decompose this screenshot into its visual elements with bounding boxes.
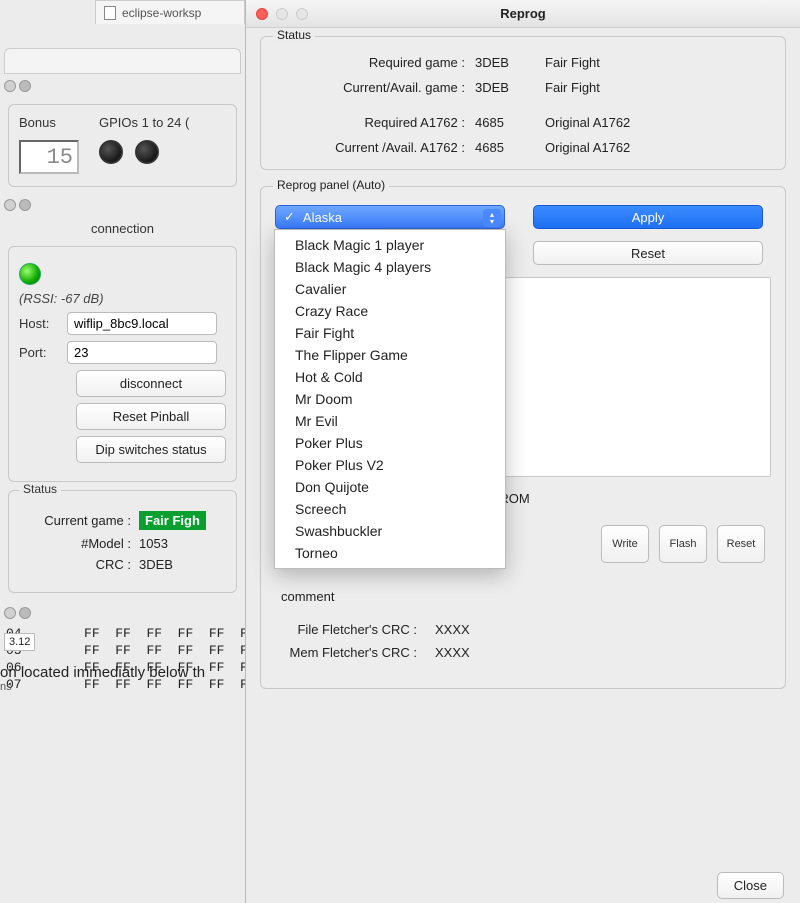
gpio-led-2 <box>135 140 159 164</box>
menu-item[interactable]: Mr Evil <box>275 410 505 432</box>
panel-controls-3 <box>0 601 245 625</box>
mem-crc-label: Mem Fletcher's CRC : <box>275 645 435 660</box>
current-game-name: Fair Fight <box>545 80 725 95</box>
required-game-name: Fair Fight <box>545 55 725 70</box>
current-a1762-label: Current /Avail. A1762 : <box>275 140 475 155</box>
close-button[interactable]: Close <box>717 872 784 899</box>
status-panel: Status Required game : 3DEB Fair Fight C… <box>260 36 786 170</box>
gpio-label: GPIOs 1 to 24 ( <box>99 115 226 130</box>
menu-item[interactable]: Black Magic 1 player <box>275 234 505 256</box>
current-game-crc: 3DEB <box>475 80 545 95</box>
titlebar[interactable]: Reprog <box>246 0 800 28</box>
truncated-text: on located immediatly below th <box>0 656 245 681</box>
reprog-window: Reprog Status Required game : 3DEB Fair … <box>245 0 800 903</box>
menu-item[interactable]: Fair Fight <box>275 322 505 344</box>
current-game-badge: Fair Figh <box>139 511 206 530</box>
file-crc-label: File Fletcher's CRC : <box>275 622 435 637</box>
window-minimize-icon[interactable] <box>276 8 288 20</box>
bonus-display: 15 <box>19 140 79 174</box>
close-icon[interactable] <box>4 80 16 92</box>
window-zoom-icon[interactable] <box>296 8 308 20</box>
game-select-menu: Black Magic 1 player Black Magic 4 playe… <box>274 229 506 569</box>
reprog-panel: Reprog panel (Auto) ✓ Alaska ▴▾ Black Ma… <box>260 186 786 689</box>
host-input[interactable] <box>67 312 217 335</box>
check-icon: ✓ <box>284 209 295 225</box>
close-icon[interactable] <box>4 199 16 211</box>
window-close-icon[interactable] <box>256 8 268 20</box>
port-label: Port: <box>19 345 59 360</box>
document-icon <box>104 6 116 20</box>
model-value: 1053 <box>139 536 168 551</box>
eclipse-tab-label: eclipse-worksp <box>122 6 201 20</box>
game-select-value: Alaska <box>303 210 342 225</box>
menu-item[interactable]: Cavalier <box>275 278 505 300</box>
model-label: #Model : <box>19 536 139 551</box>
menu-item[interactable]: Crazy Race <box>275 300 505 322</box>
flash-button[interactable]: Flash <box>659 525 707 563</box>
dip-switches-button[interactable]: Dip switches status <box>76 436 226 463</box>
left-status-group: Status Current game : Fair Figh #Model :… <box>8 490 237 593</box>
disconnect-button[interactable]: disconnect <box>76 370 226 397</box>
required-a1762-name: Original A1762 <box>545 115 725 130</box>
comment-label: comment <box>281 589 771 604</box>
write-button[interactable]: Write <box>601 525 649 563</box>
minimize-icon[interactable] <box>19 199 31 211</box>
pinball-panel: Bonus 15 GPIOs 1 to 24 ( connection (RSS… <box>0 48 245 693</box>
panel-controls <box>0 74 245 98</box>
bonus-label: Bonus <box>19 115 79 130</box>
status-led-icon <box>19 263 41 285</box>
reset-button[interactable]: Reset <box>533 241 763 265</box>
menu-item[interactable]: Don Quijote <box>275 476 505 498</box>
window-title: Reprog <box>500 6 546 21</box>
current-a1762-crc: 4685 <box>475 140 545 155</box>
menu-item[interactable]: Torneo <box>275 542 505 564</box>
menu-item[interactable]: Black Magic 4 players <box>275 256 505 278</box>
connection-group: (RSSI: -67 dB) Host: Port: disconnect Re… <box>8 246 237 482</box>
host-label: Host: <box>19 316 59 331</box>
reset-pinball-button[interactable]: Reset Pinball <box>76 403 226 430</box>
menu-item[interactable]: Poker Plus V2 <box>275 454 505 476</box>
crc-label: CRC : <box>19 557 139 572</box>
mem-crc-value: XXXX <box>435 645 470 660</box>
eclipse-tab[interactable]: eclipse-worksp <box>95 0 245 24</box>
truncated-text-small: ns <box>0 681 245 693</box>
game-select[interactable]: ✓ Alaska ▴▾ <box>275 205 505 229</box>
version-label: 3.12 <box>4 633 35 651</box>
menu-item[interactable]: The Flipper Game <box>275 344 505 366</box>
minimize-icon[interactable] <box>19 607 31 619</box>
required-game-crc: 3DEB <box>475 55 545 70</box>
menu-item[interactable]: Mr Doom <box>275 388 505 410</box>
chevron-updown-icon: ▴▾ <box>483 209 501 227</box>
crc-value: 3DEB <box>139 557 173 572</box>
gpio-led-1 <box>99 140 123 164</box>
current-game-label: Current game : <box>19 513 139 528</box>
required-game-label: Required game : <box>275 55 475 70</box>
menu-item[interactable]: Poker Plus <box>275 432 505 454</box>
menu-item[interactable]: Screech <box>275 498 505 520</box>
reprog-panel-title: Reprog panel (Auto) <box>273 178 389 192</box>
status-title: Status <box>19 482 61 496</box>
file-crc-value: XXXX <box>435 622 470 637</box>
reset-prom-button[interactable]: Reset <box>717 525 765 563</box>
required-a1762-label: Required A1762 : <box>275 115 475 130</box>
required-a1762-crc: 4685 <box>475 115 545 130</box>
apply-button[interactable]: Apply <box>533 205 763 229</box>
panel-controls-2 <box>0 193 245 217</box>
minimize-icon[interactable] <box>19 80 31 92</box>
connection-title: connection <box>0 217 245 240</box>
current-game-label: Current/Avail. game : <box>275 80 475 95</box>
current-a1762-name: Original A1762 <box>545 140 725 155</box>
port-input[interactable] <box>67 341 217 364</box>
rssi-label: (RSSI: -67 dB) <box>19 291 226 306</box>
menu-item[interactable]: Swashbuckler <box>275 520 505 542</box>
close-icon[interactable] <box>4 607 16 619</box>
menu-item[interactable]: Hot & Cold <box>275 366 505 388</box>
status-panel-title: Status <box>273 28 315 42</box>
